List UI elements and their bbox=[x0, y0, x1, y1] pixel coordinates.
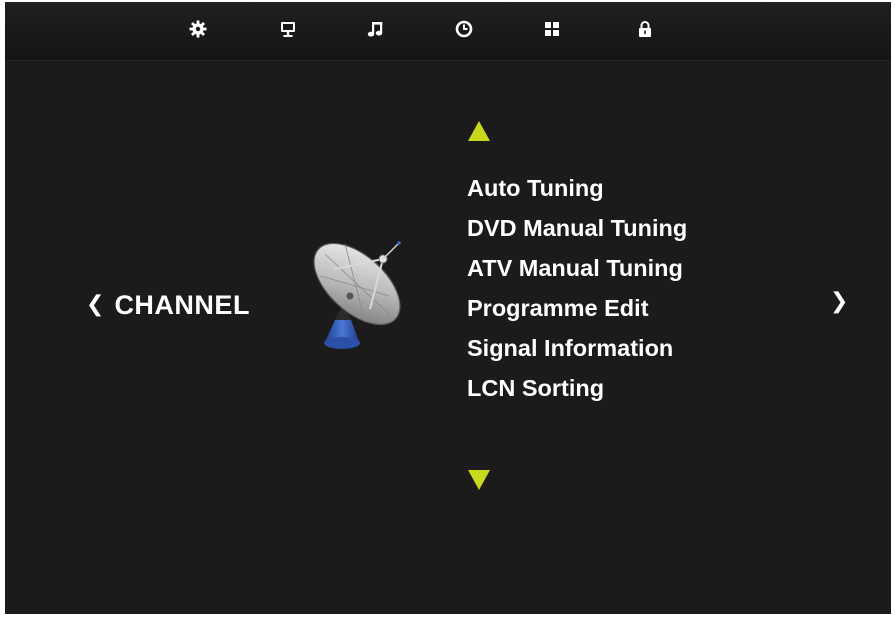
menu-item-auto-tuning[interactable]: Auto Tuning bbox=[467, 168, 687, 208]
menu-item-atv-manual-tuning[interactable]: ATV Manual Tuning bbox=[467, 248, 687, 288]
monitor-icon[interactable] bbox=[278, 19, 298, 39]
menu-item-programme-edit[interactable]: Programme Edit bbox=[467, 288, 687, 328]
arrow-down-icon[interactable] bbox=[467, 469, 491, 491]
tv-menu-screen: ❮ CHANNEL ❯ Auto Tuning DVD Manual Tunin… bbox=[5, 2, 891, 614]
arrow-up-icon[interactable] bbox=[467, 120, 491, 142]
page-title: CHANNEL bbox=[114, 289, 250, 320]
menu-item-lcn-sorting[interactable]: LCN Sorting bbox=[467, 368, 687, 408]
channel-menu-list: Auto Tuning DVD Manual Tuning ATV Manual… bbox=[467, 168, 687, 408]
chevron-left-icon[interactable]: ❮ bbox=[86, 294, 104, 316]
menu-item-signal-information[interactable]: Signal Information bbox=[467, 328, 687, 368]
menu-item-dvd-manual-tuning[interactable]: DVD Manual Tuning bbox=[467, 208, 687, 248]
chevron-right-icon[interactable]: ❯ bbox=[830, 289, 848, 314]
clock-icon[interactable] bbox=[454, 19, 474, 39]
music-note-icon[interactable] bbox=[366, 19, 386, 39]
grid-icon[interactable] bbox=[542, 19, 562, 39]
lock-icon[interactable] bbox=[635, 19, 655, 39]
satellite-dish-icon bbox=[295, 224, 420, 374]
channel-prev-button[interactable]: ❮ CHANNEL bbox=[86, 289, 250, 321]
channel-next-button[interactable]: ❯ bbox=[830, 291, 848, 313]
gear-icon[interactable] bbox=[188, 19, 208, 39]
category-tab-bar bbox=[5, 2, 891, 61]
